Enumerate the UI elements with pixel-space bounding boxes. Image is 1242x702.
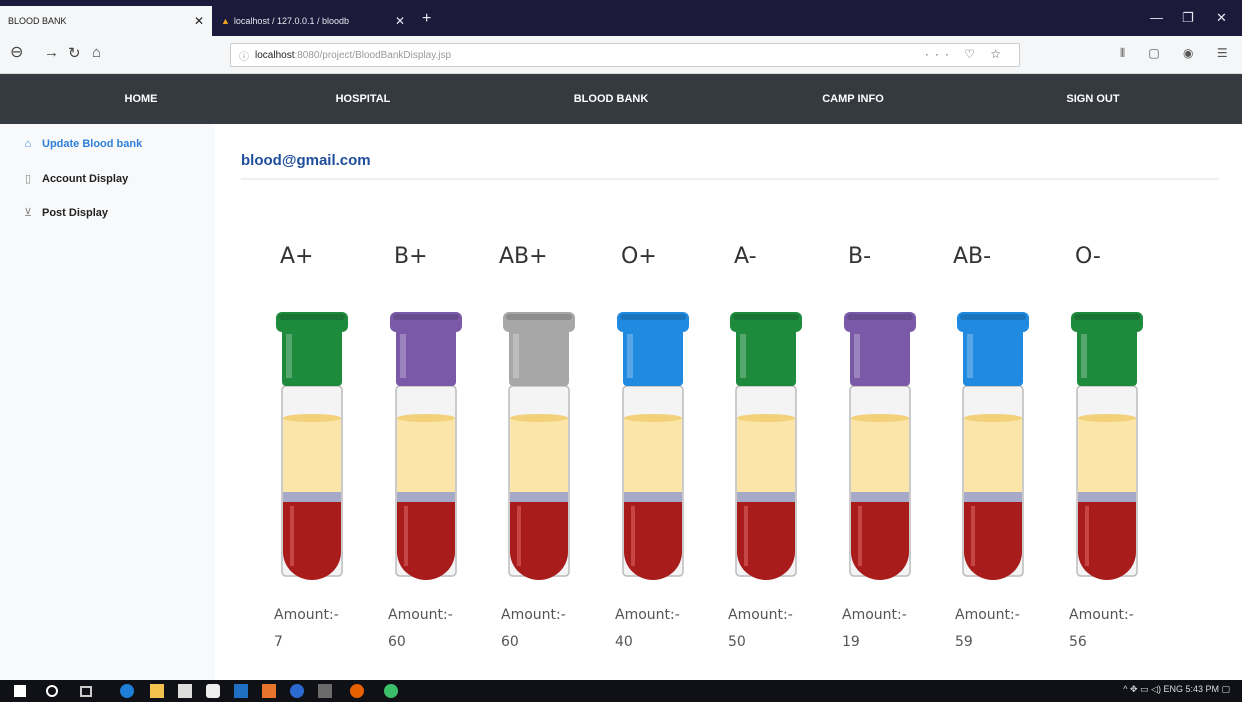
nav-sign-out[interactable]: SIGN OUT	[1066, 93, 1119, 105]
blood-tube-icon	[390, 312, 462, 580]
tab-blood-bank[interactable]: BLOOD BANK ✕	[0, 6, 212, 36]
blood-amount: Amount:- 59	[955, 602, 1020, 656]
url-path: :8080/project/BloodBankDisplay.jsp	[294, 49, 452, 61]
home-icon[interactable]: ⌂	[92, 44, 101, 61]
amount-value: 19	[842, 634, 860, 650]
blood-group-label: O+	[621, 244, 657, 269]
nav-blood-bank[interactable]: BLOOD BANK	[574, 93, 649, 105]
amount-label: Amount:-	[388, 607, 453, 623]
blood-amount: Amount:- 19	[842, 602, 907, 656]
url-host: localhost	[255, 49, 295, 61]
search-icon[interactable]	[46, 685, 58, 697]
restore-icon[interactable]: ❐	[1182, 10, 1194, 26]
url-bar[interactable]: ⓘ localhost :8080/project/BloodBankDispl…	[230, 43, 1020, 67]
amount-value: 7	[274, 634, 283, 650]
tab-phpmyadmin[interactable]: ▲ localhost / 127.0.0.1 / bloodb ✕	[213, 6, 413, 36]
toolbar-icons[interactable]: ⫴ ▢ ◉ ☰	[1120, 46, 1238, 61]
user-email: blood@gmail.com	[241, 152, 371, 169]
file-explorer-icon[interactable]	[150, 684, 164, 698]
store-icon[interactable]	[178, 684, 192, 698]
close-window-icon[interactable]: ✕	[1216, 10, 1227, 26]
tab-title: BLOOD BANK	[8, 16, 67, 26]
task-view-icon[interactable]	[80, 686, 92, 697]
amount-value: 59	[955, 634, 973, 650]
edge-icon[interactable]	[120, 684, 134, 698]
blood-tube-icon	[617, 312, 689, 580]
app-icon[interactable]	[234, 684, 248, 698]
main-content: blood@gmail.com A+ Amount:- 7 B+ Amount:- 60 A…	[215, 124, 1242, 680]
blood-group-label: AB+	[499, 244, 548, 269]
blood-group-label: AB-	[953, 244, 992, 269]
blood-amount: Amount:- 7	[274, 602, 339, 656]
blood-tube-icon	[957, 312, 1029, 580]
blood-tube-icon	[503, 312, 575, 580]
phpmyadmin-icon: ▲	[221, 16, 230, 26]
forward-icon[interactable]: →	[44, 44, 59, 61]
info-icon: ⓘ	[239, 51, 249, 63]
nav-home[interactable]: HOME	[125, 93, 158, 105]
close-tab-icon[interactable]: ✕	[395, 14, 405, 28]
browser-tab-bar: BLOOD BANK ✕ ▲ localhost / 127.0.0.1 / b…	[0, 0, 1242, 36]
main-navbar: HOME HOSPITAL BLOOD BANK CAMP INFO SIGN …	[0, 74, 1242, 124]
blood-group-label: A+	[280, 244, 314, 269]
blood-tube-icon	[844, 312, 916, 580]
chrome-icon[interactable]	[384, 684, 398, 698]
amount-value: 40	[615, 634, 633, 650]
nav-hospital[interactable]: HOSPITAL	[336, 93, 391, 105]
new-tab-button[interactable]: +	[422, 10, 431, 28]
amount-label: Amount:-	[728, 607, 793, 623]
amount-label: Amount:-	[501, 607, 566, 623]
amount-value: 56	[1069, 634, 1087, 650]
system-tray[interactable]: ^ ✥ ▭ ◁) ENG 5:43 PM ▢	[1123, 684, 1230, 695]
file-icon: ▯	[24, 173, 32, 185]
amount-value: 60	[501, 634, 519, 650]
sidebar-item-account-display[interactable]: ▯ Account Display	[22, 172, 129, 186]
sidebar-item-label: Account Display	[42, 172, 129, 185]
browser-navigation-bar: ⊖ → ↻ ⌂ ⓘ localhost :8080/project/BloodB…	[0, 36, 1242, 74]
blood-amount: Amount:- 60	[501, 602, 566, 656]
amount-label: Amount:-	[955, 607, 1020, 623]
sidebar: ⌂ Update Blood bank ▯ Account Display ⊻ …	[0, 124, 215, 680]
firefox-icon[interactable]	[350, 684, 364, 698]
sidebar-item-label: Post Display	[42, 206, 109, 219]
app-icon[interactable]	[318, 684, 332, 698]
email-header: blood@gmail.com	[241, 150, 1219, 180]
url-actions-icons[interactable]: ··· ♡ ☆	[925, 47, 1007, 61]
blood-tube-icon	[276, 312, 348, 580]
blood-tube-icon	[1071, 312, 1143, 580]
amount-value: 50	[728, 634, 746, 650]
blood-group-label: B+	[394, 244, 428, 269]
blood-amount: Amount:- 50	[728, 602, 793, 656]
back-icon[interactable]: ⊖	[10, 42, 23, 62]
blood-amount: Amount:- 40	[615, 602, 680, 656]
tab-title: localhost / 127.0.0.1 / bloodb	[233, 16, 350, 26]
amount-value: 60	[388, 634, 406, 650]
amount-label: Amount:-	[615, 607, 680, 623]
sidebar-item-label: Update Blood bank	[42, 138, 143, 150]
blood-amount: Amount:- 56	[1069, 602, 1134, 656]
sidebar-item-post-display[interactable]: ⊻ Post Display	[22, 206, 109, 220]
app-icon[interactable]	[262, 684, 276, 698]
blood-amount: Amount:- 60	[388, 602, 453, 656]
blood-tube-icon	[730, 312, 802, 580]
reload-icon[interactable]: ↻	[68, 44, 81, 62]
amount-label: Amount:-	[274, 607, 339, 623]
amount-label: Amount:-	[842, 607, 907, 623]
cart-icon: ⊻	[23, 207, 33, 219]
home-icon: ⌂	[24, 138, 32, 150]
mail-icon[interactable]	[206, 684, 220, 698]
windows-taskbar: ^ ✥ ▭ ◁) ENG 5:43 PM ▢	[0, 680, 1242, 702]
amount-label: Amount:-	[1069, 607, 1134, 623]
app-icon[interactable]	[290, 684, 304, 698]
minimize-icon[interactable]: —	[1150, 10, 1163, 25]
windows-start-icon[interactable]	[14, 685, 26, 697]
blood-group-label: B-	[848, 244, 872, 269]
blood-group-label: A-	[734, 244, 757, 269]
close-tab-icon[interactable]: ✕	[194, 14, 204, 28]
nav-camp-info[interactable]: CAMP INFO	[822, 93, 884, 105]
blood-group-label: O-	[1075, 244, 1101, 269]
sidebar-item-update-blood-bank[interactable]: ⌂ Update Blood bank	[22, 138, 143, 150]
